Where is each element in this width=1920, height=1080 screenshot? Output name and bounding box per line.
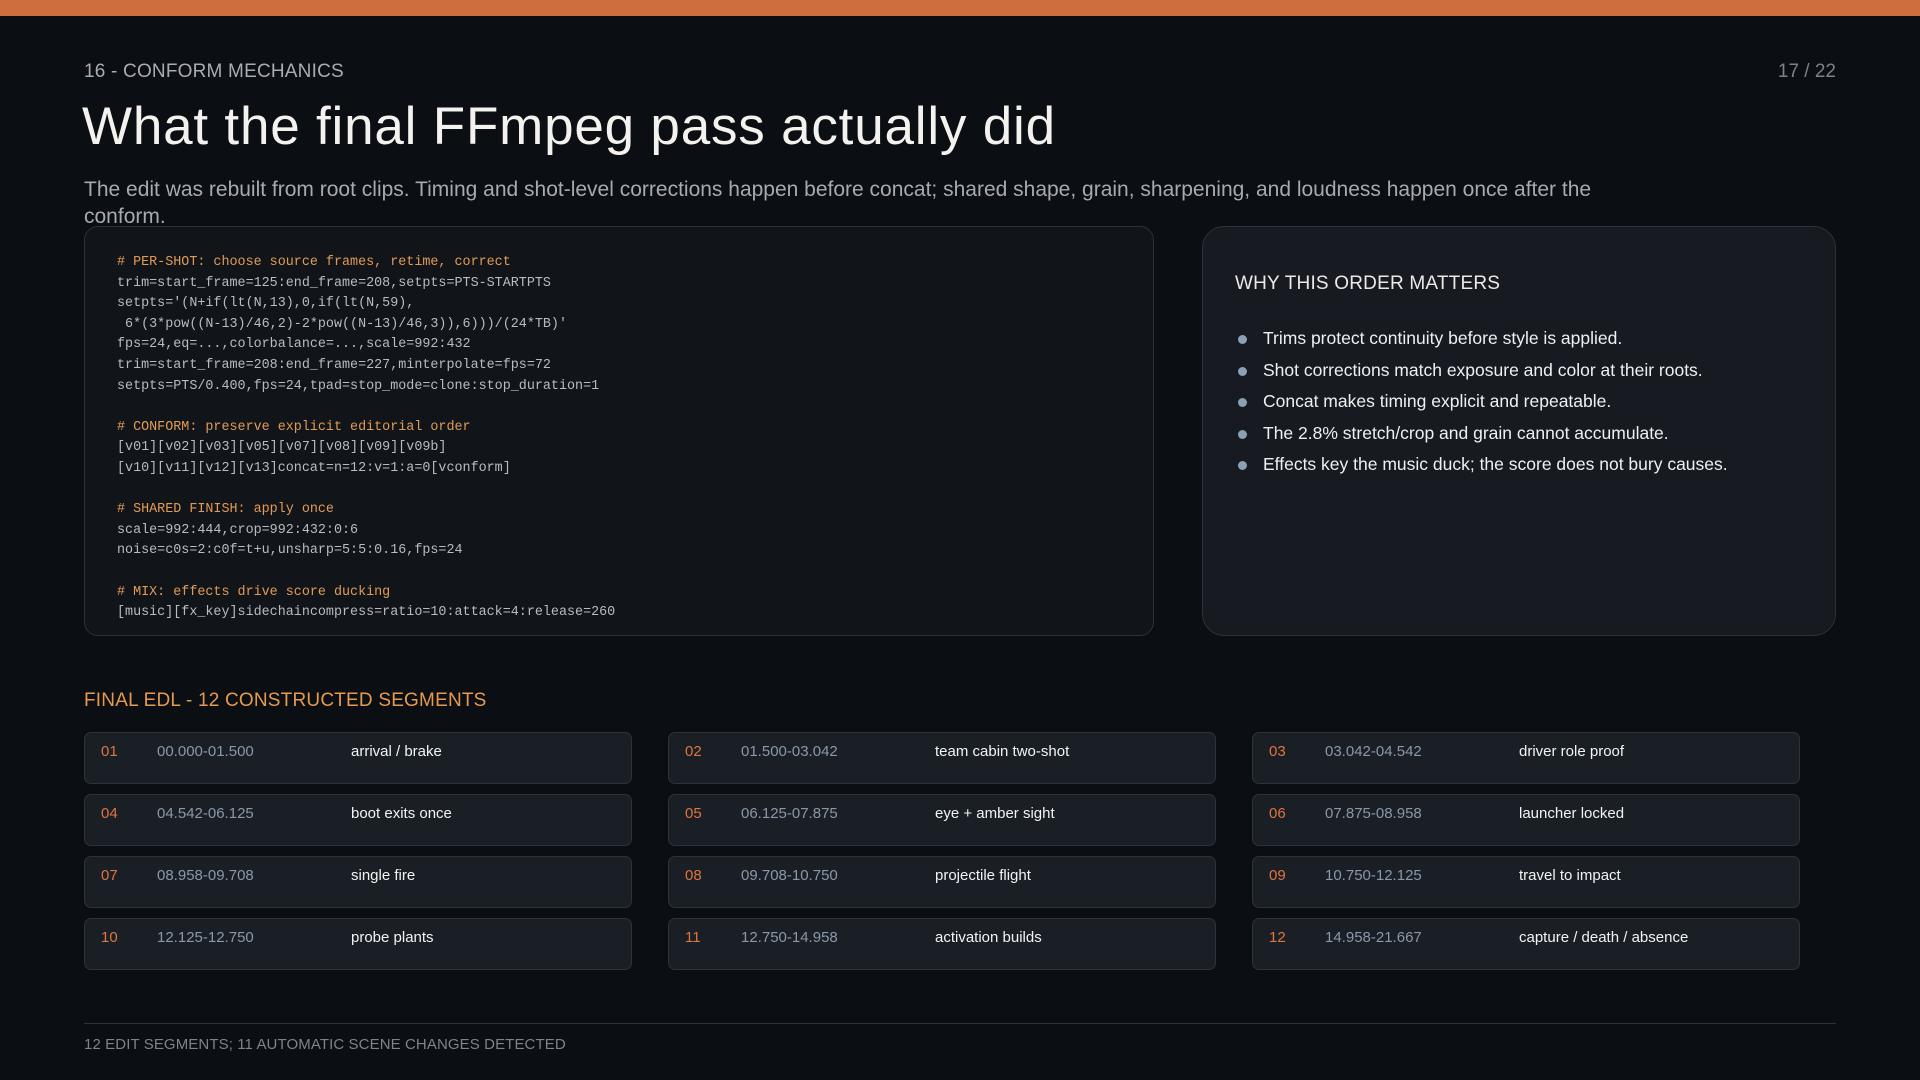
segment-number: 05 xyxy=(685,805,702,822)
code-line: trim=start_frame=208:end_frame=227,minte… xyxy=(117,357,551,373)
bullet-icon xyxy=(1238,398,1247,408)
bullet-icon xyxy=(1238,461,1247,471)
segment-label: probe plants xyxy=(351,929,434,946)
segment-number: 06 xyxy=(1269,805,1286,822)
why-list-item: Concat makes timing explicit and repeata… xyxy=(1235,386,1803,418)
segment-number: 12 xyxy=(1269,929,1286,946)
code-line: fps=24,eq=...,colorbalance=...,scale=992… xyxy=(117,337,471,353)
edl-segment-card: 09 10.750-12.125 travel to impact xyxy=(1252,856,1800,908)
edl-segment-card: 08 09.708-10.750 projectile flight xyxy=(668,856,1216,908)
segment-label: single fire xyxy=(351,867,416,884)
segment-label: driver role proof xyxy=(1519,743,1625,760)
segment-timecode: 09.708-10.750 xyxy=(741,867,838,884)
segment-timecode: 06.125-07.875 xyxy=(741,805,838,822)
why-list-item: Trims protect continuity before style is… xyxy=(1235,323,1803,355)
code-comment-line: # CONFORM: preserve explicit editorial o… xyxy=(117,419,471,435)
segment-timecode: 12.125-12.750 xyxy=(157,929,254,946)
why-list-item: Shot corrections match exposure and colo… xyxy=(1235,355,1803,387)
code-comment-line: # SHARED FINISH: apply once xyxy=(117,502,334,518)
segment-timecode: 03.042-04.542 xyxy=(1325,743,1422,760)
edl-segment-card: 02 01.500-03.042 team cabin two-shot xyxy=(668,732,1216,784)
segment-timecode: 08.958-09.708 xyxy=(157,867,254,884)
segment-number: 02 xyxy=(685,743,702,760)
segment-label: eye + amber sight xyxy=(935,805,1055,822)
accent-top-bar xyxy=(0,0,1920,16)
segment-timecode: 01.500-03.042 xyxy=(741,743,838,760)
section-label: 16 - CONFORM MECHANICS xyxy=(84,61,344,82)
segment-label: boot exits once xyxy=(351,805,452,822)
bullet-icon xyxy=(1238,366,1247,376)
why-list-item: Effects key the music duck; the score do… xyxy=(1235,449,1803,481)
why-item-text: Trims protect continuity before style is… xyxy=(1263,328,1623,348)
segment-number: 10 xyxy=(101,929,118,946)
segment-number: 07 xyxy=(101,867,118,884)
code-line: scale=992:444,crop=992:432:0:6 xyxy=(117,522,359,538)
why-item-text: Effects key the music duck; the score do… xyxy=(1263,454,1728,475)
code-comment-line: # PER-SHOT: choose source frames, retime… xyxy=(117,255,511,270)
code-line: trim=start_frame=125:end_frame=208,setpt… xyxy=(117,275,551,291)
edl-segment-card: 05 06.125-07.875 eye + amber sight xyxy=(668,794,1216,846)
segment-label: capture / death / absence xyxy=(1519,929,1689,946)
segment-label: team cabin two-shot xyxy=(935,743,1070,760)
edl-segment-card: 12 14.958-21.667 capture / death / absence xyxy=(1252,918,1800,970)
segment-number: 08 xyxy=(685,867,702,884)
edl-segment-card: 06 07.875-08.958 launcher locked xyxy=(1252,794,1800,846)
code-line: [v10][v11][v12][v13]concat=n=12:v=1:a=0[… xyxy=(117,460,511,476)
code-line: setpts='(N+if(lt(N,13),0,if(lt(N,59), xyxy=(117,296,415,312)
footer-text: 12 EDIT SEGMENTS; 11 AUTOMATIC SCENE CHA… xyxy=(84,1036,566,1053)
segment-number: 11 xyxy=(685,929,701,946)
segment-number: 01 xyxy=(101,743,118,760)
code-comment-line: # MIX: effects drive score ducking xyxy=(117,584,391,600)
code-line: [music][fx_key]sidechaincompress=ratio=1… xyxy=(117,605,616,621)
segment-number: 03 xyxy=(1269,743,1286,760)
edl-segment-card: 03 03.042-04.542 driver role proof xyxy=(1252,732,1800,784)
segment-label: travel to impact xyxy=(1519,867,1621,884)
segment-label: launcher locked xyxy=(1519,805,1625,822)
edl-segment-card: 07 08.958-09.708 single fire xyxy=(84,856,632,908)
edl-grid: 01 00.000-01.500 arrival / brake 02 01.500-0… xyxy=(84,732,1800,970)
segment-timecode: 00.000-01.500 xyxy=(157,743,254,760)
segment-timecode: 07.875-08.958 xyxy=(1325,805,1422,822)
code-panel: # PER-SHOT: choose source frames, retime… xyxy=(84,226,1154,636)
why-item-text: Shot corrections match exposure and colo… xyxy=(1263,359,1703,380)
code-line: noise=c0s=2:c0f=t+u,unsharp=5:5:0.16,fps… xyxy=(117,543,463,559)
segment-timecode: 14.958-21.667 xyxy=(1325,929,1422,946)
page-number: 17 / 22 xyxy=(1777,61,1836,82)
segment-timecode: 10.750-12.125 xyxy=(1325,867,1422,884)
why-title: WHY THIS ORDER MATTERS xyxy=(1235,273,1501,294)
segment-timecode: 04.542-06.125 xyxy=(157,805,254,822)
code-line: setpts=PTS/0.400,fps=24,tpad=stop_mode=c… xyxy=(117,378,600,394)
why-list-item: The 2.8% stretch/crop and grain cannot a… xyxy=(1235,418,1803,450)
edl-segment-card: 01 00.000-01.500 arrival / brake xyxy=(84,732,632,784)
edl-title: FINAL EDL - 12 CONSTRUCTED SEGMENTS xyxy=(84,690,487,711)
segment-label: arrival / brake xyxy=(351,743,442,760)
footer-divider xyxy=(84,1023,1836,1024)
code-line: 6*(3*pow((N-13)/46,2)-2*pow((N-13)/46,3)… xyxy=(117,316,567,332)
why-panel: WHY THIS ORDER MATTERS Trims protect con… xyxy=(1202,226,1836,636)
page-subtitle: The edit was rebuilt from root clips. Ti… xyxy=(84,178,1592,228)
bullet-icon xyxy=(1238,429,1247,439)
segment-timecode: 12.750-14.958 xyxy=(741,929,838,946)
why-item-text: The 2.8% stretch/crop and grain cannot a… xyxy=(1263,422,1669,443)
why-item-text: Concat makes timing explicit and repeata… xyxy=(1263,391,1612,412)
segment-number: 09 xyxy=(1269,867,1286,884)
segment-label: projectile flight xyxy=(935,867,1031,884)
page-title: What the final FFmpeg pass actually did xyxy=(82,97,1056,156)
edl-segment-card: 04 04.542-06.125 boot exits once xyxy=(84,794,632,846)
edl-segment-card: 10 12.125-12.750 probe plants xyxy=(84,918,632,970)
segment-label: activation builds xyxy=(935,929,1042,946)
bullet-icon xyxy=(1238,335,1247,344)
code-line: [v01][v02][v03][v05][v07][v08][v09][v09b… xyxy=(117,440,447,456)
why-list: Trims protect continuity before style is… xyxy=(1235,323,1803,481)
edl-segment-card: 11 12.750-14.958 activation builds xyxy=(668,918,1216,970)
segment-number: 04 xyxy=(101,805,118,822)
